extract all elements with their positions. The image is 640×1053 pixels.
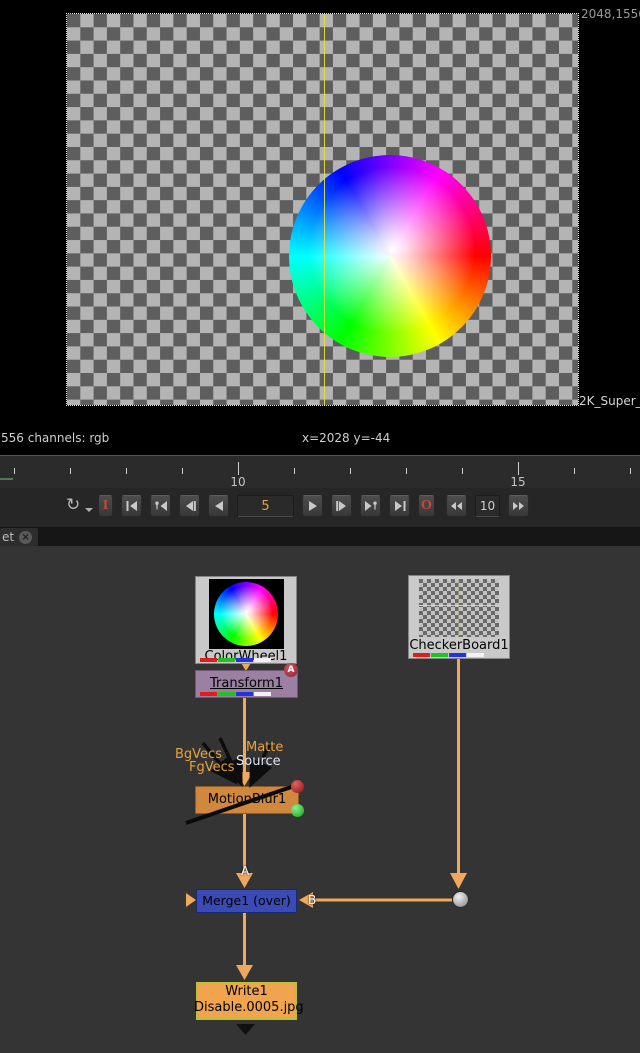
node-checkerboard1[interactable]: CheckerBoard1 — [408, 575, 510, 659]
input-label-fgvecs: FgVecs — [189, 760, 235, 775]
play-forward-icon — [306, 501, 320, 511]
node-label: MotionBlur1 — [208, 792, 286, 807]
dropdown-caret-icon — [85, 508, 93, 516]
node-label: CheckerBoard1 — [409, 638, 509, 653]
ruler-tick — [462, 468, 463, 474]
ruler-tick — [70, 468, 71, 474]
next-keyframe-button[interactable] — [360, 495, 381, 517]
colorwheel-thumb-image — [214, 582, 278, 646]
rewind-icon — [450, 502, 463, 510]
step-back-button[interactable] — [179, 495, 200, 517]
cached-range-bar — [0, 478, 13, 480]
play-backward-button[interactable] — [208, 495, 229, 517]
status-cursor-coords: x=2028 y=-44 — [302, 431, 390, 445]
node-motionblur1[interactable]: MotionBlur1 — [195, 786, 299, 814]
ruler-tick — [182, 468, 183, 474]
input-label-source: Source — [236, 754, 281, 769]
status-channels-label: 556 channels: rgb — [1, 431, 109, 445]
motionblur-error-dot — [291, 780, 304, 793]
viewer-status-bar: 556 channels: rgb x=2028 y=-44 — [0, 431, 640, 449]
checkerboard-thumbnail — [419, 579, 499, 637]
node-merge1[interactable]: Merge1 (over) — [196, 889, 297, 913]
merge-input-a-label: A — [241, 864, 249, 878]
goto-end-icon — [393, 501, 407, 511]
tab-label: et — [2, 530, 14, 544]
ruler-tick-major — [238, 462, 239, 475]
goto-end-button[interactable] — [389, 495, 410, 517]
node-graph-panel[interactable]: ColorWheel1 CheckerBoard1 Transform1 A B… — [0, 546, 640, 1053]
channel-bars — [200, 692, 271, 696]
timeline-ruler[interactable]: 10 15 — [0, 455, 640, 488]
node-label: Transform1 — [210, 676, 283, 691]
tab-close-icon[interactable]: × — [19, 531, 32, 544]
ruler-tick — [350, 468, 351, 474]
out-point-label: O — [421, 499, 432, 513]
colorwheel-thumbnail — [209, 579, 284, 649]
fast-forward-icon — [512, 502, 525, 510]
set-in-point-button[interactable]: I — [98, 495, 113, 517]
node-graph-tab[interactable]: et × — [0, 528, 38, 546]
loop-icon: ↻ — [66, 495, 80, 515]
next-keyframe-icon — [364, 501, 378, 511]
ruler-label-10: 10 — [230, 475, 245, 489]
playback-mode-button[interactable]: ↻ — [66, 495, 92, 517]
viewer-scanline — [324, 14, 325, 405]
play-backward-icon — [212, 501, 226, 511]
colorwheel-image — [289, 155, 491, 357]
goto-start-icon — [125, 501, 139, 511]
panel-tab-bar: et × — [0, 527, 640, 546]
ruler-tick-major — [518, 462, 519, 475]
viewer-image-area[interactable] — [67, 14, 578, 405]
prev-keyframe-icon — [154, 501, 168, 511]
node-transform1[interactable]: Transform1 — [195, 670, 298, 698]
current-frame-field[interactable]: 5 — [237, 495, 294, 517]
prev-keyframe-button[interactable] — [150, 495, 171, 517]
ruler-tick — [294, 468, 295, 474]
connection-elbow-dot[interactable] — [452, 891, 469, 908]
ruler-tick — [406, 468, 407, 474]
thumb-vline — [458, 579, 459, 637]
node-label: Write1 — [198, 984, 295, 1000]
goto-start-button[interactable] — [121, 495, 142, 517]
transform-error-badge: A — [284, 663, 298, 677]
transport-bar: ↻ I 5 O — [0, 488, 640, 527]
channel-bars — [200, 658, 271, 662]
motionblur-expression-dot — [291, 804, 304, 817]
ruler-tick — [14, 468, 15, 474]
play-forward-button[interactable] — [302, 495, 323, 517]
input-label-matte: Matte — [246, 740, 283, 755]
step-back-icon — [183, 501, 197, 511]
viewer-resolution-label: 2048,1556 — [581, 7, 640, 21]
step-forward-button[interactable] — [331, 495, 352, 517]
thumb-scanline — [419, 605, 499, 606]
viewer-panel: 2048,1556 2K_Super_ 556 channels: rgb x=… — [0, 0, 640, 455]
in-point-label: I — [103, 499, 108, 513]
ruler-tick — [630, 468, 631, 474]
channel-bars — [413, 653, 484, 657]
node-write1[interactable]: Write1 Disable.0005.jpg — [196, 982, 297, 1020]
set-out-point-button[interactable]: O — [418, 495, 435, 517]
viewer-format-label: 2K_Super_ — [579, 394, 640, 408]
merge-input-b-label: B — [308, 893, 316, 907]
fps-field[interactable]: 10 — [475, 495, 500, 517]
node-connections — [0, 546, 640, 1053]
write-filename: Disable.0005.jpg — [194, 1000, 295, 1016]
node-colorwheel1[interactable]: ColorWheel1 — [195, 576, 297, 664]
ruler-label-15: 15 — [510, 475, 525, 489]
fps-increase-button[interactable] — [508, 495, 529, 517]
fps-decrease-button[interactable] — [446, 495, 467, 517]
ruler-tick — [126, 468, 127, 474]
ruler-tick — [574, 468, 575, 474]
step-forward-icon — [335, 501, 349, 511]
node-label: Merge1 (over) — [202, 893, 291, 908]
